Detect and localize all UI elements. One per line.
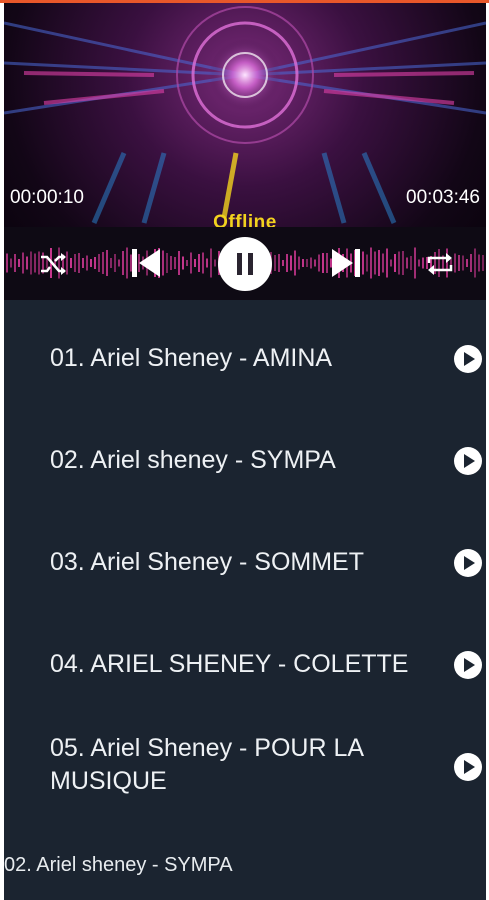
visualizer-bar [378,250,380,276]
visualizer-bar [370,247,372,279]
visualizer-bar [194,259,196,267]
visualizer-bar [418,259,420,267]
player-header: 00:00:10 00:03:46 Offline [4,3,486,300]
visualizer-bar [118,259,120,267]
visualizer-bar [282,260,284,266]
total-duration: 00:03:46 [406,187,480,208]
visualizer-bar [122,251,124,275]
visualizer-bar [458,255,460,271]
visualizer-bar [398,251,400,275]
track-title: 04. ARIEL SHENEY - COLETTE [50,650,409,678]
now-playing-bar[interactable]: 02. Ariel sheney - SYMPA [4,842,486,900]
visualizer-bar [306,259,308,267]
visualizer-bar [110,258,112,268]
play-circle-icon[interactable] [453,650,483,680]
visualizer-bar [106,250,108,276]
visualizer-bar [210,248,212,278]
visualizer-bar [302,259,304,267]
pause-button[interactable] [218,237,272,291]
play-circle-icon[interactable] [453,548,483,578]
visualizer-bar [18,259,20,267]
visualizer-bar [366,254,368,272]
playlist: 01. Ariel Sheney - AMINA 02. Ariel shene… [4,300,486,842]
visualizer-bar [382,253,384,273]
visualizer-bar [14,254,16,272]
visualizer-bar [86,255,88,271]
play-circle-icon[interactable] [453,344,483,374]
visualizer-bar [6,253,8,273]
visualizer-bar [202,252,204,274]
track-title: 03. Ariel Sheney - SOMMET [50,548,365,576]
visualizer-bar [30,251,32,275]
visualizer-bar [82,258,84,268]
elapsed-time: 00:00:10 [10,187,84,208]
skip-previous-icon[interactable] [128,245,164,281]
skip-next-icon[interactable] [328,245,364,281]
player-controls [4,227,486,300]
track-title: 01. Ariel Sheney - AMINA [50,344,333,372]
visualizer-bar [70,258,72,268]
visualizer-bar [406,257,408,269]
visualizer-bar [278,254,280,272]
visualizer-bar [114,254,116,272]
visualizer-bar [318,254,320,272]
visualizer-bar [274,255,276,271]
visualizer-bar [98,254,100,272]
visualizer-bar [374,251,376,275]
shuffle-icon[interactable] [38,249,68,279]
list-item[interactable]: 04. ARIEL SHENEY - COLETTE [4,646,486,686]
visualizer-bar [74,254,76,272]
visualizer-bar [78,253,80,273]
visualizer-bar [26,256,28,270]
pause-icon [237,253,253,275]
visualizer-bar [290,255,292,271]
visualizer-bar [462,255,464,271]
visualizer-bar [394,254,396,272]
visualizer-bar [170,256,172,270]
visualizer-bar [178,251,180,275]
visualizer-bar [174,257,176,269]
list-item[interactable]: 05. Ariel Sheney - POUR LA MUSIQUE [4,732,486,804]
play-circle-icon[interactable] [453,752,483,782]
visualizer-bar [314,259,316,267]
visualizer-bar [294,250,296,276]
visualizer-bar [10,258,12,268]
visualizer-bar [182,256,184,270]
list-item[interactable]: 02. Ariel sheney - SYMPA [4,442,486,482]
visualizer-bar [470,254,472,272]
visualizer-bar [390,259,392,267]
visualizer-bar [310,257,312,269]
visualizer-bar [478,254,480,272]
visualizer-bar [206,258,208,268]
now-playing-title: 02. Ariel sheney - SYMPA [4,854,233,876]
list-item[interactable]: 01. Ariel Sheney - AMINA [4,340,486,380]
visualizer-bar [102,252,104,274]
visualizer-bar [410,256,412,270]
list-item[interactable]: 03. Ariel Sheney - SOMMET [4,544,486,584]
repeat-icon[interactable] [424,249,456,279]
visualizer-bar [298,256,300,270]
visualizer-bar [34,253,36,273]
visualizer-bar [286,254,288,272]
visualizer-bar [22,252,24,274]
visualizer-bar [166,253,168,273]
track-title: 05. Ariel Sheney - POUR LA MUSIQUE [50,734,363,795]
visualizer-bar [414,247,416,279]
visualizer-bar [90,259,92,267]
visualizer-bar [214,259,216,267]
visualizer-bar [386,248,388,278]
visualizer-bar [198,254,200,272]
visualizer-bar [322,253,324,273]
visualizer-bar [402,251,404,275]
track-title: 02. Ariel sheney - SYMPA [50,446,336,474]
visualizer-bar [186,260,188,266]
play-circle-icon[interactable] [453,446,483,476]
visualizer-bar [466,259,468,267]
visualizer-bar [482,255,484,271]
visualizer-bar [190,252,192,274]
visualizer-bar [474,248,476,278]
visualizer-bar [94,257,96,269]
